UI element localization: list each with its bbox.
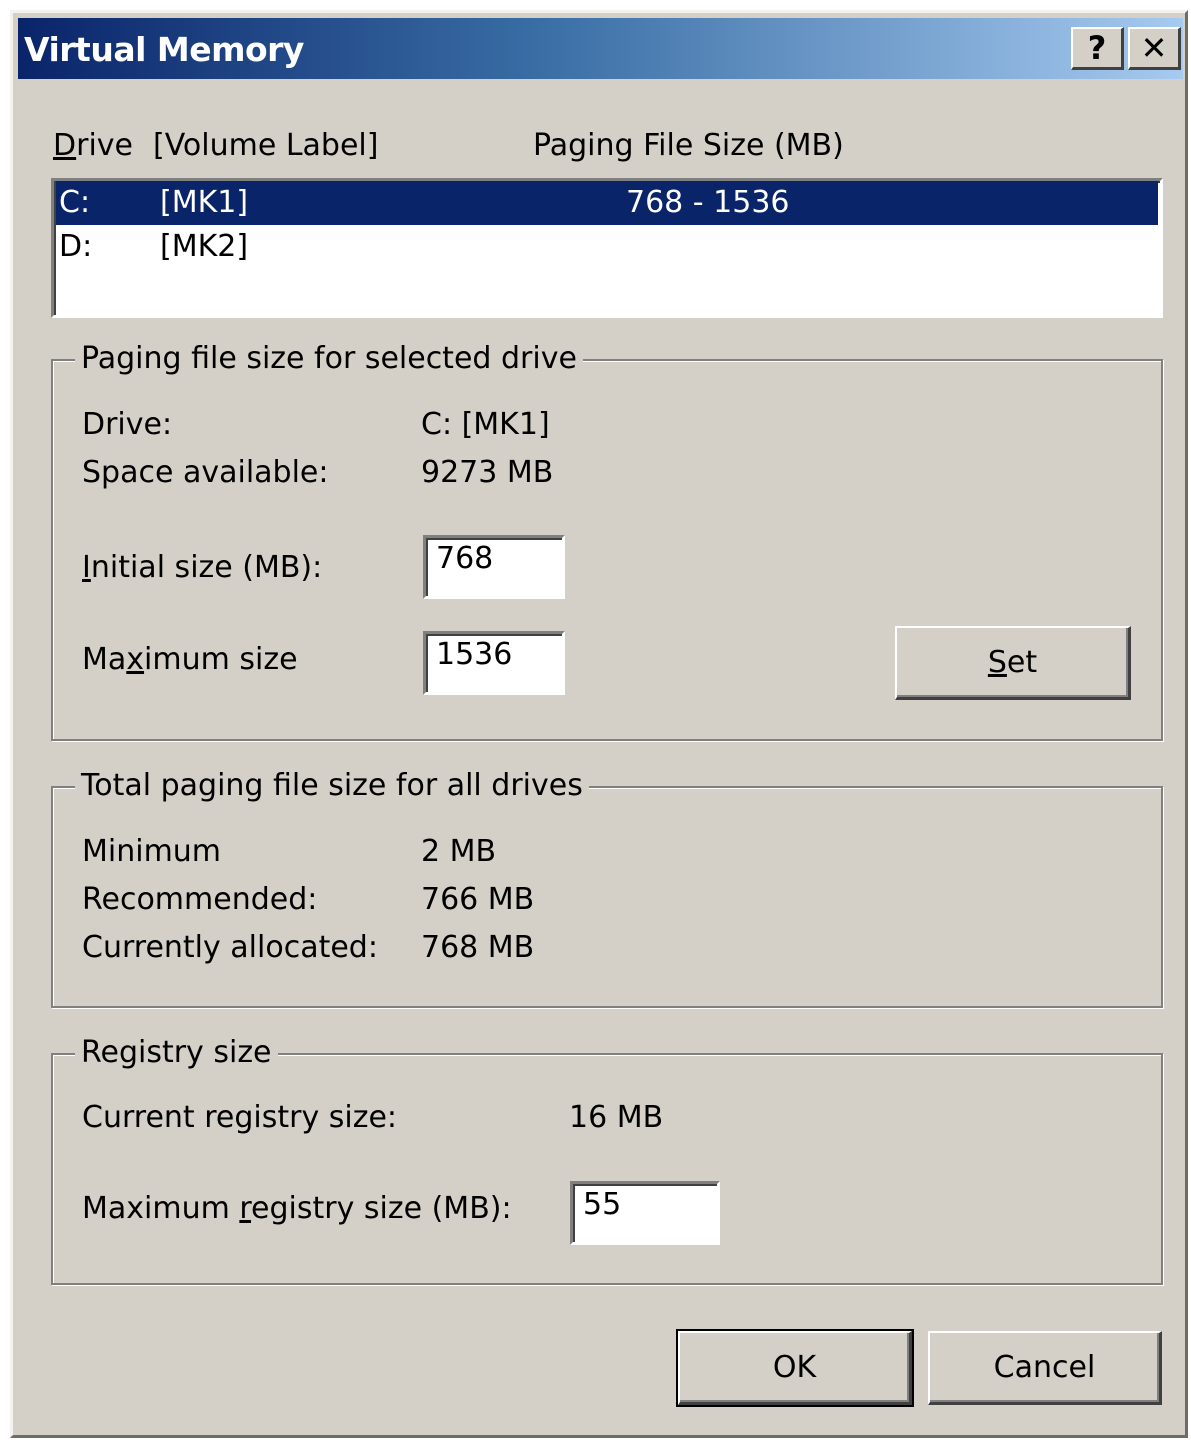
help-button[interactable]: ? — [1071, 27, 1124, 70]
drive-label: Drive: — [82, 407, 173, 442]
maximum-registry-size-input[interactable]: 55 — [570, 1181, 720, 1245]
drive-row-c[interactable]: C: [MK1] 768 - 1536 — [56, 181, 1158, 225]
title-bar[interactable]: Virtual Memory ? ✕ — [18, 18, 1183, 79]
help-icon: ? — [1087, 29, 1107, 67]
drive-listbox[interactable]: C: [MK1] 768 - 1536 D: [MK2] — [51, 178, 1163, 318]
drive-letter: D: — [59, 229, 93, 264]
close-button[interactable]: ✕ — [1128, 27, 1181, 70]
ok-button[interactable]: OK — [676, 1329, 914, 1407]
header-paging-file-size: Paging File Size (MB) — [533, 128, 844, 163]
space-available-value: 9273 MB — [421, 455, 554, 490]
set-button[interactable]: Set — [895, 626, 1131, 700]
space-available-label: Space available: — [82, 455, 329, 490]
currently-allocated-label: Currently allocated: — [82, 930, 378, 965]
recommended-label: Recommended: — [82, 882, 318, 917]
close-icon: ✕ — [1140, 29, 1168, 67]
totals-legend: Total paging file size for all drives — [75, 768, 589, 804]
cancel-button[interactable]: Cancel — [928, 1331, 1162, 1405]
dialog-title: Virtual Memory — [24, 30, 304, 69]
initial-size-label: Initial size (MB): — [82, 550, 323, 585]
current-registry-size-label: Current registry size: — [82, 1100, 398, 1135]
volume-label: [MK1] — [160, 185, 249, 220]
header-drive: Drive — [53, 128, 133, 163]
registry-group: Registry size — [51, 1035, 1163, 1285]
recommended-value: 766 MB — [421, 882, 535, 917]
minimum-label: Minimum — [82, 834, 222, 869]
maximum-registry-size-label: Maximum registry size (MB): — [82, 1191, 512, 1226]
paging-size: 768 - 1536 — [626, 185, 790, 220]
volume-label: [MK2] — [160, 229, 249, 264]
registry-legend: Registry size — [75, 1035, 278, 1071]
maximum-size-input[interactable]: 1536 — [423, 631, 565, 695]
currently-allocated-value: 768 MB — [421, 930, 535, 965]
maximum-size-label: Maximum size — [82, 642, 298, 677]
selected-drive-legend: Paging file size for selected drive — [75, 341, 583, 377]
header-volume-label: [Volume Label] — [153, 128, 379, 163]
drive-letter: C: — [59, 185, 91, 220]
drive-row-d[interactable]: D: [MK2] — [56, 225, 1158, 269]
minimum-value: 2 MB — [421, 834, 497, 869]
current-registry-size-value: 16 MB — [569, 1100, 664, 1135]
initial-size-input[interactable]: 768 — [423, 535, 565, 599]
virtual-memory-dialog: Virtual Memory ? ✕ Drive [Volume Label] … — [10, 10, 1188, 1438]
drive-value: C: [MK1] — [421, 407, 550, 442]
